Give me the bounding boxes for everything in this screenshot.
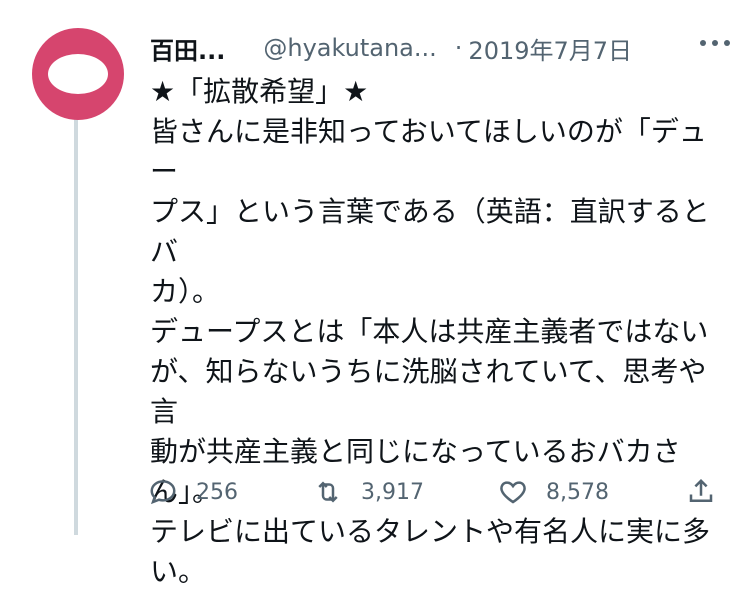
- like-button[interactable]: 8,578: [498, 470, 609, 514]
- reply-button[interactable]: 256: [148, 470, 238, 514]
- tweet-text: ★「拡散希望」★ 皆さんに是非知っておいてほしいのが「デュー プス」という言葉で…: [150, 75, 711, 588]
- separator-dot: ·: [454, 34, 463, 62]
- reply-icon: [150, 480, 176, 505]
- action-bar: 256 3,917 8,578: [148, 470, 723, 514]
- display-name[interactable]: 百田...: [150, 31, 225, 66]
- heart-icon: [500, 481, 526, 504]
- retweet-count: 3,917: [361, 479, 424, 505]
- avatar-image: [48, 54, 108, 94]
- share-button[interactable]: [686, 470, 716, 514]
- share-icon: [689, 478, 713, 502]
- thread-line: [74, 110, 78, 535]
- tweet-date[interactable]: 2019年7月7日: [468, 31, 632, 66]
- reply-count: 256: [196, 479, 238, 505]
- tweet-header: 百田... @hyakutana... · 2019年7月7日: [150, 30, 730, 66]
- avatar[interactable]: [32, 28, 124, 120]
- more-icon[interactable]: [700, 40, 730, 46]
- like-count: 8,578: [546, 479, 609, 505]
- retweet-button[interactable]: 3,917: [313, 470, 424, 514]
- user-handle[interactable]: @hyakutana...: [263, 34, 436, 62]
- retweet-icon: [318, 481, 338, 503]
